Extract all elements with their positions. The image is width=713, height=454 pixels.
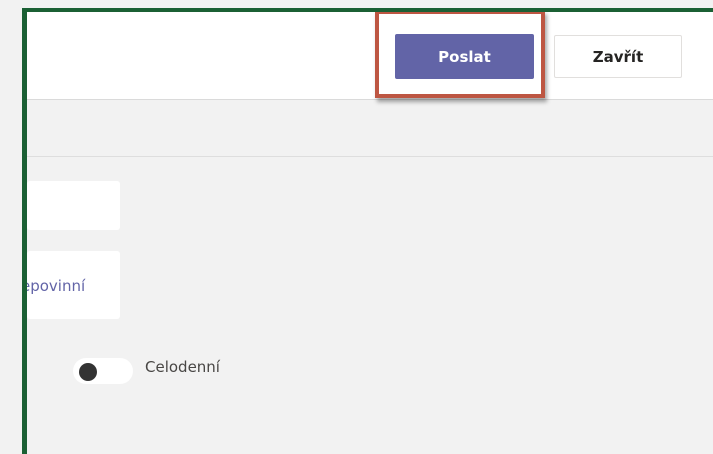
frame-border-top	[22, 8, 713, 12]
optional-attendees-input[interactable]: epovinní	[27, 251, 120, 319]
all-day-label: Celodenní	[145, 358, 220, 376]
optional-attendees-placeholder: epovinní	[27, 277, 86, 295]
meeting-form-panel: Poslat Zavřít epovinní in Celodenní	[0, 0, 713, 454]
title-input[interactable]	[27, 181, 120, 230]
close-button[interactable]: Zavřít	[554, 35, 682, 78]
all-day-toggle[interactable]	[73, 358, 133, 384]
frame-border-left	[22, 8, 27, 454]
section-divider	[27, 156, 713, 157]
toggle-knob	[79, 363, 97, 381]
send-button-highlight	[375, 10, 545, 98]
